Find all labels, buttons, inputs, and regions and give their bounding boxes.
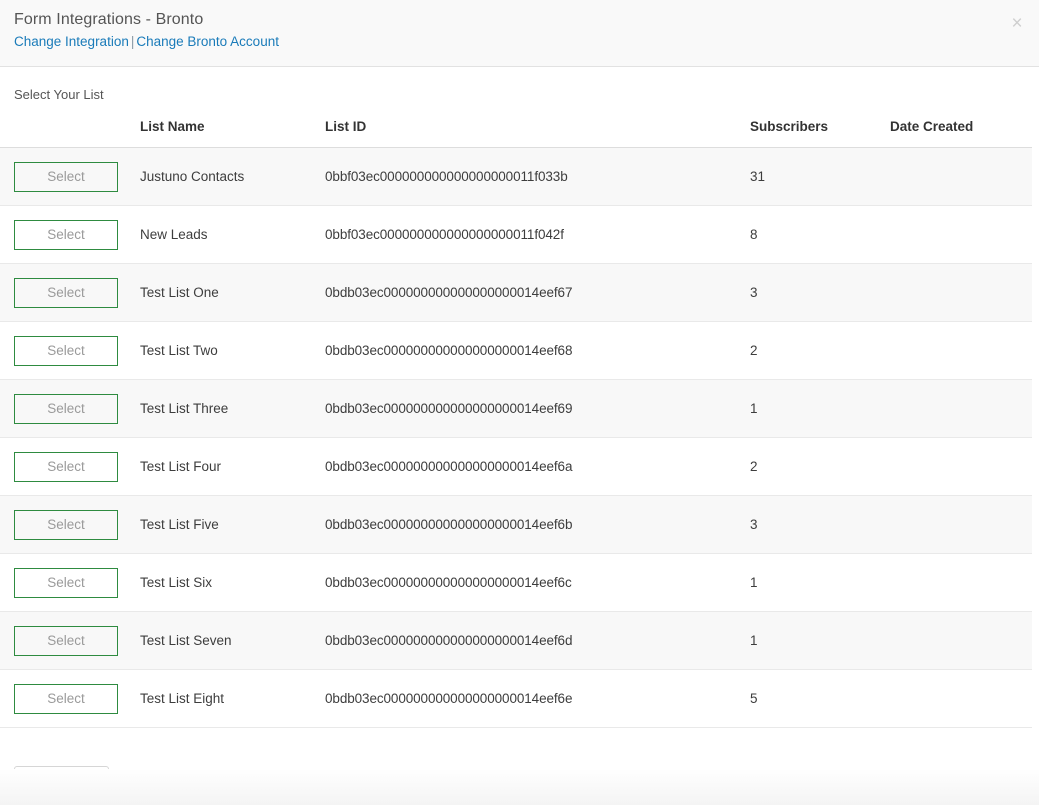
- column-header-list-id: List ID: [325, 119, 750, 148]
- date-created-cell: [890, 380, 1032, 438]
- modal-footer: More Lists: [0, 728, 1039, 800]
- lists-table: List Name List ID Subscribers Date Creat…: [0, 119, 1032, 728]
- select-button[interactable]: Select: [14, 510, 118, 540]
- date-created-cell: [890, 322, 1032, 380]
- list-name-cell: Test List Four: [140, 438, 325, 496]
- subscribers-cell: 2: [750, 438, 890, 496]
- select-button[interactable]: Select: [14, 452, 118, 482]
- list-name-cell: Justuno Contacts: [140, 148, 325, 206]
- date-created-cell: [890, 438, 1032, 496]
- select-button[interactable]: Select: [14, 220, 118, 250]
- change-integration-link[interactable]: Change Integration: [14, 34, 129, 49]
- row-select-cell: Select: [0, 206, 140, 264]
- select-button[interactable]: Select: [14, 684, 118, 714]
- table-row: Select Test List Four0bdb03ec000000000000…: [0, 438, 1032, 496]
- date-created-cell: [890, 148, 1032, 206]
- list-id-cell: 0bbf03ec000000000000000000011f042f: [325, 206, 750, 264]
- column-header-date-created: Date Created: [890, 119, 1032, 148]
- header-links: Change Integration|Change Bronto Account: [14, 33, 1025, 50]
- column-header-select: [0, 119, 140, 148]
- row-select-cell: Select: [0, 670, 140, 728]
- table-row: Select Test List Three0bdb03ec00000000000…: [0, 380, 1032, 438]
- subscribers-cell: 8: [750, 206, 890, 264]
- table-row: Select Justuno Contacts0bbf03ec0000000000…: [0, 148, 1032, 206]
- select-button[interactable]: Select: [14, 394, 118, 424]
- change-bronto-account-link[interactable]: Change Bronto Account: [136, 34, 279, 49]
- select-button[interactable]: Select: [14, 568, 118, 598]
- list-id-cell: 0bdb03ec000000000000000000014eef67: [325, 264, 750, 322]
- row-select-cell: Select: [0, 148, 140, 206]
- date-created-cell: [890, 206, 1032, 264]
- table-row: Select Test List Two0bdb03ec0000000000000…: [0, 322, 1032, 380]
- list-name-cell: Test List Six: [140, 554, 325, 612]
- subscribers-cell: 5: [750, 670, 890, 728]
- list-id-cell: 0bdb03ec000000000000000000014eef6a: [325, 438, 750, 496]
- row-select-cell: Select: [0, 496, 140, 554]
- list-name-cell: Test List One: [140, 264, 325, 322]
- form-integrations-modal: Form Integrations - Bronto Change Integr…: [0, 0, 1039, 805]
- table-header-row: List Name List ID Subscribers Date Creat…: [0, 119, 1032, 148]
- list-id-cell: 0bdb03ec000000000000000000014eef6b: [325, 496, 750, 554]
- row-select-cell: Select: [0, 322, 140, 380]
- table-row: Select New Leads0bbf03ec00000000000000000…: [0, 206, 1032, 264]
- list-id-cell: 0bdb03ec000000000000000000014eef68: [325, 322, 750, 380]
- list-name-cell: Test List Seven: [140, 612, 325, 670]
- row-select-cell: Select: [0, 554, 140, 612]
- select-button[interactable]: Select: [14, 626, 118, 656]
- subscribers-cell: 1: [750, 554, 890, 612]
- table-row: Select Test List Eight0bdb03ec00000000000…: [0, 670, 1032, 728]
- row-select-cell: Select: [0, 612, 140, 670]
- date-created-cell: [890, 554, 1032, 612]
- list-id-cell: 0bdb03ec000000000000000000014eef6d: [325, 612, 750, 670]
- row-select-cell: Select: [0, 438, 140, 496]
- list-id-cell: 0bdb03ec000000000000000000014eef6c: [325, 554, 750, 612]
- list-id-cell: 0bbf03ec000000000000000000011f033b: [325, 148, 750, 206]
- modal-body: Select Your List List Name List ID Subsc…: [0, 67, 1039, 728]
- page-title: Form Integrations - Bronto: [14, 10, 1025, 30]
- list-name-cell: Test List Two: [140, 322, 325, 380]
- column-header-list-name: List Name: [140, 119, 325, 148]
- select-button[interactable]: Select: [14, 278, 118, 308]
- list-id-cell: 0bdb03ec000000000000000000014eef6e: [325, 670, 750, 728]
- table-row: Select Test List Seven0bdb03ec00000000000…: [0, 612, 1032, 670]
- table-row: Select Test List One0bdb03ec0000000000000…: [0, 264, 1032, 322]
- select-your-list-label: Select Your List: [0, 87, 1039, 103]
- date-created-cell: [890, 264, 1032, 322]
- more-lists-button[interactable]: More Lists: [14, 766, 109, 800]
- close-icon[interactable]: ×: [1007, 13, 1027, 33]
- subscribers-cell: 31: [750, 148, 890, 206]
- column-header-subscribers: Subscribers: [750, 119, 890, 148]
- table-body: Select Justuno Contacts0bbf03ec0000000000…: [0, 148, 1032, 728]
- modal-header: Form Integrations - Bronto Change Integr…: [0, 0, 1039, 67]
- date-created-cell: [890, 496, 1032, 554]
- subscribers-cell: 1: [750, 380, 890, 438]
- date-created-cell: [890, 612, 1032, 670]
- table-row: Select Test List Six0bdb03ec0000000000000…: [0, 554, 1032, 612]
- list-name-cell: Test List Three: [140, 380, 325, 438]
- select-button[interactable]: Select: [14, 162, 118, 192]
- table-head: List Name List ID Subscribers Date Creat…: [0, 119, 1032, 148]
- row-select-cell: Select: [0, 264, 140, 322]
- list-id-cell: 0bdb03ec000000000000000000014eef69: [325, 380, 750, 438]
- row-select-cell: Select: [0, 380, 140, 438]
- subscribers-cell: 3: [750, 264, 890, 322]
- subscribers-cell: 2: [750, 322, 890, 380]
- table-row: Select Test List Five0bdb03ec000000000000…: [0, 496, 1032, 554]
- subscribers-cell: 3: [750, 496, 890, 554]
- list-name-cell: Test List Eight: [140, 670, 325, 728]
- list-name-cell: Test List Five: [140, 496, 325, 554]
- select-button[interactable]: Select: [14, 336, 118, 366]
- date-created-cell: [890, 670, 1032, 728]
- subscribers-cell: 1: [750, 612, 890, 670]
- list-name-cell: New Leads: [140, 206, 325, 264]
